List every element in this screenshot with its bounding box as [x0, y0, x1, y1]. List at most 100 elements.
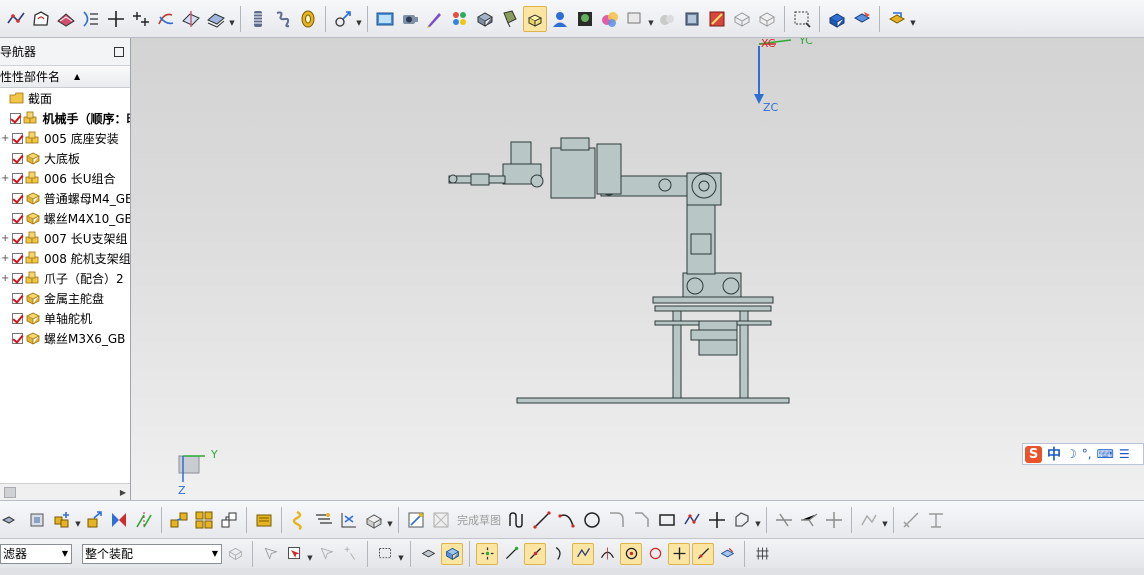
snap-on-surface-icon[interactable] [716, 543, 738, 565]
constraint-icon[interactable] [924, 507, 948, 533]
ime-mode-toggle[interactable]: 中 [1047, 444, 1061, 464]
grid-icon[interactable] [751, 543, 773, 565]
box-frame-icon[interactable] [755, 6, 779, 32]
more-dropdown-icon[interactable]: ▼ [648, 9, 654, 29]
mirror-curve-icon[interactable] [857, 507, 881, 533]
dimension-icon[interactable] [899, 507, 923, 533]
component-icon[interactable] [850, 6, 874, 32]
display-mode-icon[interactable] [623, 6, 647, 32]
component-list-icon[interactable] [0, 507, 24, 533]
visibility-checkbox[interactable] [12, 272, 23, 284]
work-csys[interactable]: XC YC ZC [754, 38, 813, 114]
sogou-logo-icon[interactable]: S [1025, 445, 1042, 463]
camera-icon[interactable] [398, 6, 422, 32]
tree-row[interactable]: 螺丝M3X6_GB [0, 328, 130, 348]
wave-linker-icon[interactable] [252, 507, 276, 533]
chevron-down-icon[interactable]: ▼ [212, 549, 218, 558]
more-dropdown-icon[interactable]: ▼ [229, 9, 235, 29]
material-icon[interactable] [598, 6, 622, 32]
snap-endpoint-icon[interactable] [500, 543, 522, 565]
tree-row[interactable]: 机械手（顺序：时间 [0, 108, 130, 128]
punctuation-icon[interactable]: °, [1082, 447, 1092, 461]
tree-row[interactable]: 大底板 [0, 148, 130, 168]
expand-icon[interactable]: + [1, 233, 9, 244]
input-method-bar[interactable]: S 中 ☽ °, ⌨ ☰ [1022, 443, 1144, 465]
exploded-view-icon[interactable] [167, 507, 191, 533]
move-component-icon[interactable] [82, 507, 106, 533]
quick-extend-icon[interactable] [797, 507, 821, 533]
visibility-checkbox[interactable] [12, 252, 23, 264]
cable-icon[interactable] [312, 507, 336, 533]
visibility-checkbox[interactable] [12, 152, 23, 164]
select-body-icon[interactable] [417, 543, 439, 565]
user-icon[interactable] [548, 6, 572, 32]
snap-on-curve-icon[interactable] [692, 542, 714, 565]
expand-icon[interactable]: + [1, 273, 9, 284]
more-dropdown-icon[interactable]: ▼ [356, 9, 362, 29]
selection-filter-select[interactable]: 滤器 ▼ [0, 543, 72, 564]
circle-icon[interactable] [580, 507, 604, 533]
expand-icon[interactable]: + [1, 173, 9, 184]
profile-icon[interactable] [505, 507, 529, 533]
paint-icon[interactable] [423, 6, 447, 32]
face-blend-icon[interactable] [54, 6, 78, 32]
moon-icon[interactable]: ☽ [1066, 447, 1077, 461]
expand-icon[interactable]: + [1, 253, 9, 264]
box-icon[interactable] [680, 6, 704, 32]
shaded-icon[interactable] [655, 6, 679, 32]
make-corner-icon[interactable] [822, 507, 846, 533]
sort-ascending-icon[interactable]: ▲ [74, 72, 80, 81]
snap-intersection-icon[interactable] [572, 542, 594, 565]
highlight-icon[interactable] [523, 5, 547, 32]
graphics-window[interactable]: XC YC ZC Y Z [131, 38, 1144, 500]
tree-row[interactable]: +008 舵机支架组 [0, 248, 130, 268]
tree-row[interactable]: 单轴舵机 [0, 308, 130, 328]
quick-trim-icon[interactable] [772, 507, 796, 533]
rectangle-icon[interactable] [655, 507, 679, 533]
viewport-scene[interactable]: XC YC ZC Y Z [131, 38, 1144, 500]
more-dropdown-icon[interactable]: ▼ [755, 510, 761, 530]
tree-row[interactable]: +007 长U支架组 [0, 228, 130, 248]
line-icon[interactable] [530, 507, 554, 533]
render-icon[interactable] [473, 6, 497, 32]
visibility-checkbox[interactable] [12, 172, 23, 184]
visibility-checkbox[interactable] [11, 212, 23, 224]
chamfer-icon[interactable] [630, 507, 654, 533]
visibility-checkbox[interactable] [11, 192, 23, 204]
tree-row[interactable]: +006 长U组合 [0, 168, 130, 188]
point-icon[interactable] [104, 6, 128, 32]
snap-points-icon[interactable] [476, 542, 498, 565]
more-dropdown-icon[interactable]: ▼ [75, 510, 81, 530]
assembly-icon[interactable] [825, 6, 849, 32]
feature-tool-icon[interactable] [331, 6, 355, 32]
more-dropdown-icon[interactable]: ▼ [910, 9, 916, 29]
more-dropdown-icon[interactable]: ▼ [307, 544, 313, 564]
visibility-checkbox[interactable] [12, 232, 23, 244]
horizontal-scrollbar[interactable]: ▶ [0, 483, 130, 500]
select-deselect-icon[interactable] [315, 543, 337, 565]
arc-icon[interactable] [555, 507, 579, 533]
tree-row[interactable]: 截面 [0, 88, 130, 108]
component-properties-icon[interactable] [25, 507, 49, 533]
visibility-checkbox[interactable] [12, 292, 23, 304]
scrollbar-thumb[interactable] [4, 486, 16, 498]
curve-network-icon[interactable] [154, 6, 178, 32]
surface-icon[interactable] [29, 6, 53, 32]
offset-curve-icon[interactable] [730, 507, 754, 533]
zoom-window-icon[interactable] [790, 6, 814, 32]
coil-icon[interactable] [271, 6, 295, 32]
rectangle-select-icon[interactable] [374, 543, 396, 565]
tree-row[interactable]: 螺丝M4X10_GB [0, 208, 130, 228]
select-component-icon[interactable] [441, 542, 463, 565]
export-icon[interactable] [885, 6, 909, 32]
tree-row[interactable]: 普通螺母M4_GB [0, 188, 130, 208]
visibility-checkbox[interactable] [10, 112, 22, 124]
add-component-icon[interactable] [50, 507, 74, 533]
filter-settings-icon[interactable] [224, 543, 246, 565]
reference-set-icon[interactable] [337, 507, 361, 533]
texture-icon[interactable] [573, 6, 597, 32]
sketch-icon[interactable] [404, 507, 428, 533]
visibility-checkbox[interactable] [12, 312, 23, 324]
select-chain-icon[interactable] [339, 543, 361, 565]
cube-view-icon[interactable] [705, 6, 729, 32]
